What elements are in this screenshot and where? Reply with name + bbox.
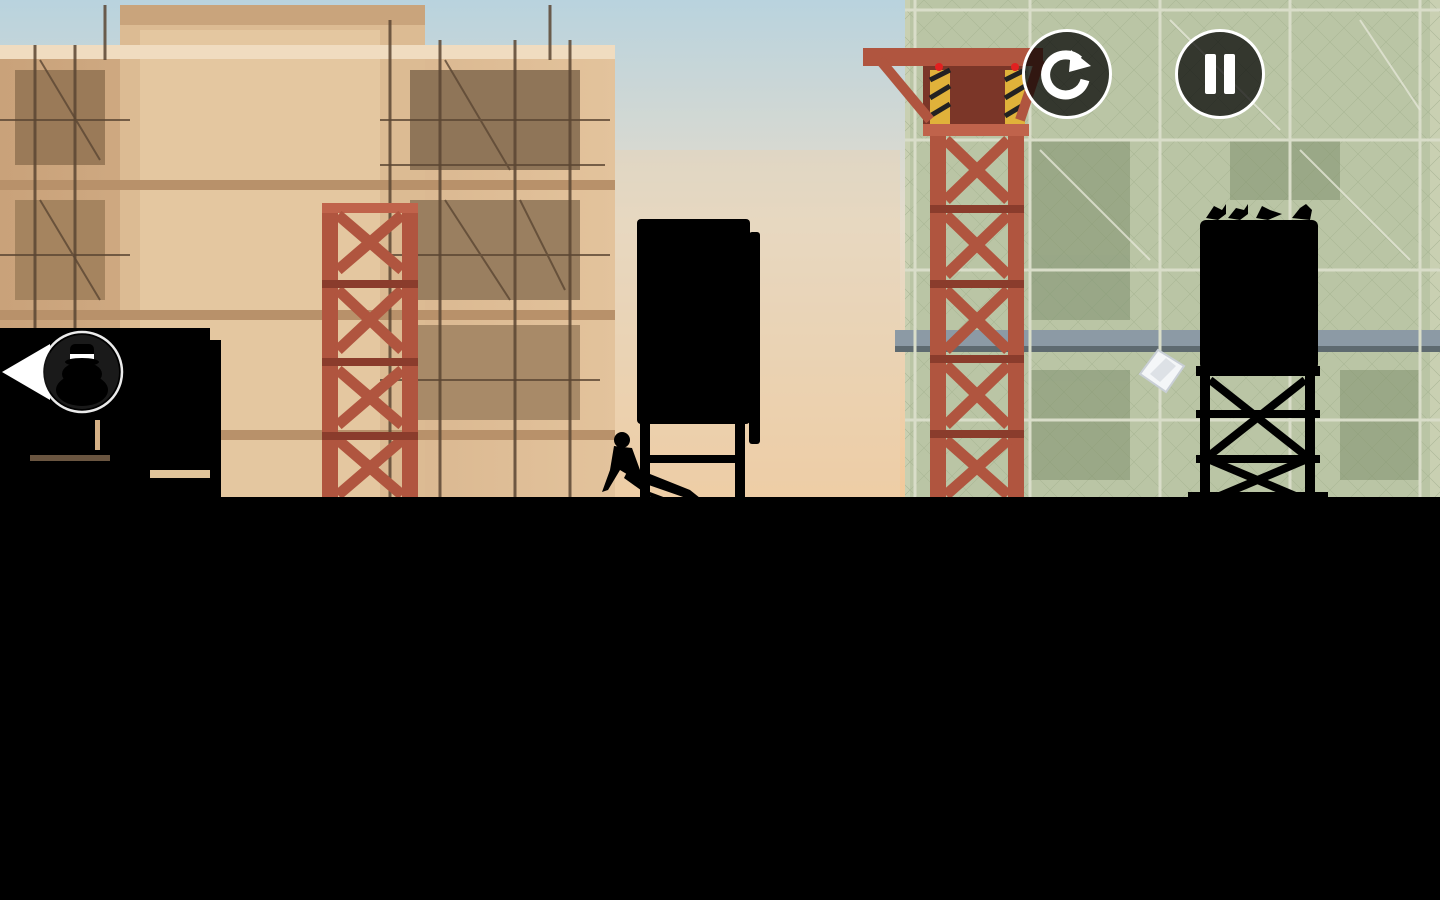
restart-icon bbox=[1041, 50, 1091, 100]
game-scene bbox=[0, 0, 1440, 900]
water-tank-center bbox=[637, 219, 760, 500]
water-tower-right bbox=[1188, 220, 1328, 504]
pause-button[interactable] bbox=[1175, 29, 1265, 119]
rooftop-ground bbox=[0, 497, 1440, 900]
restart-button[interactable] bbox=[1022, 29, 1112, 119]
chaser-indicator bbox=[0, 330, 124, 414]
hunter-hat-icon bbox=[2, 330, 124, 414]
pause-icon bbox=[1201, 54, 1239, 94]
